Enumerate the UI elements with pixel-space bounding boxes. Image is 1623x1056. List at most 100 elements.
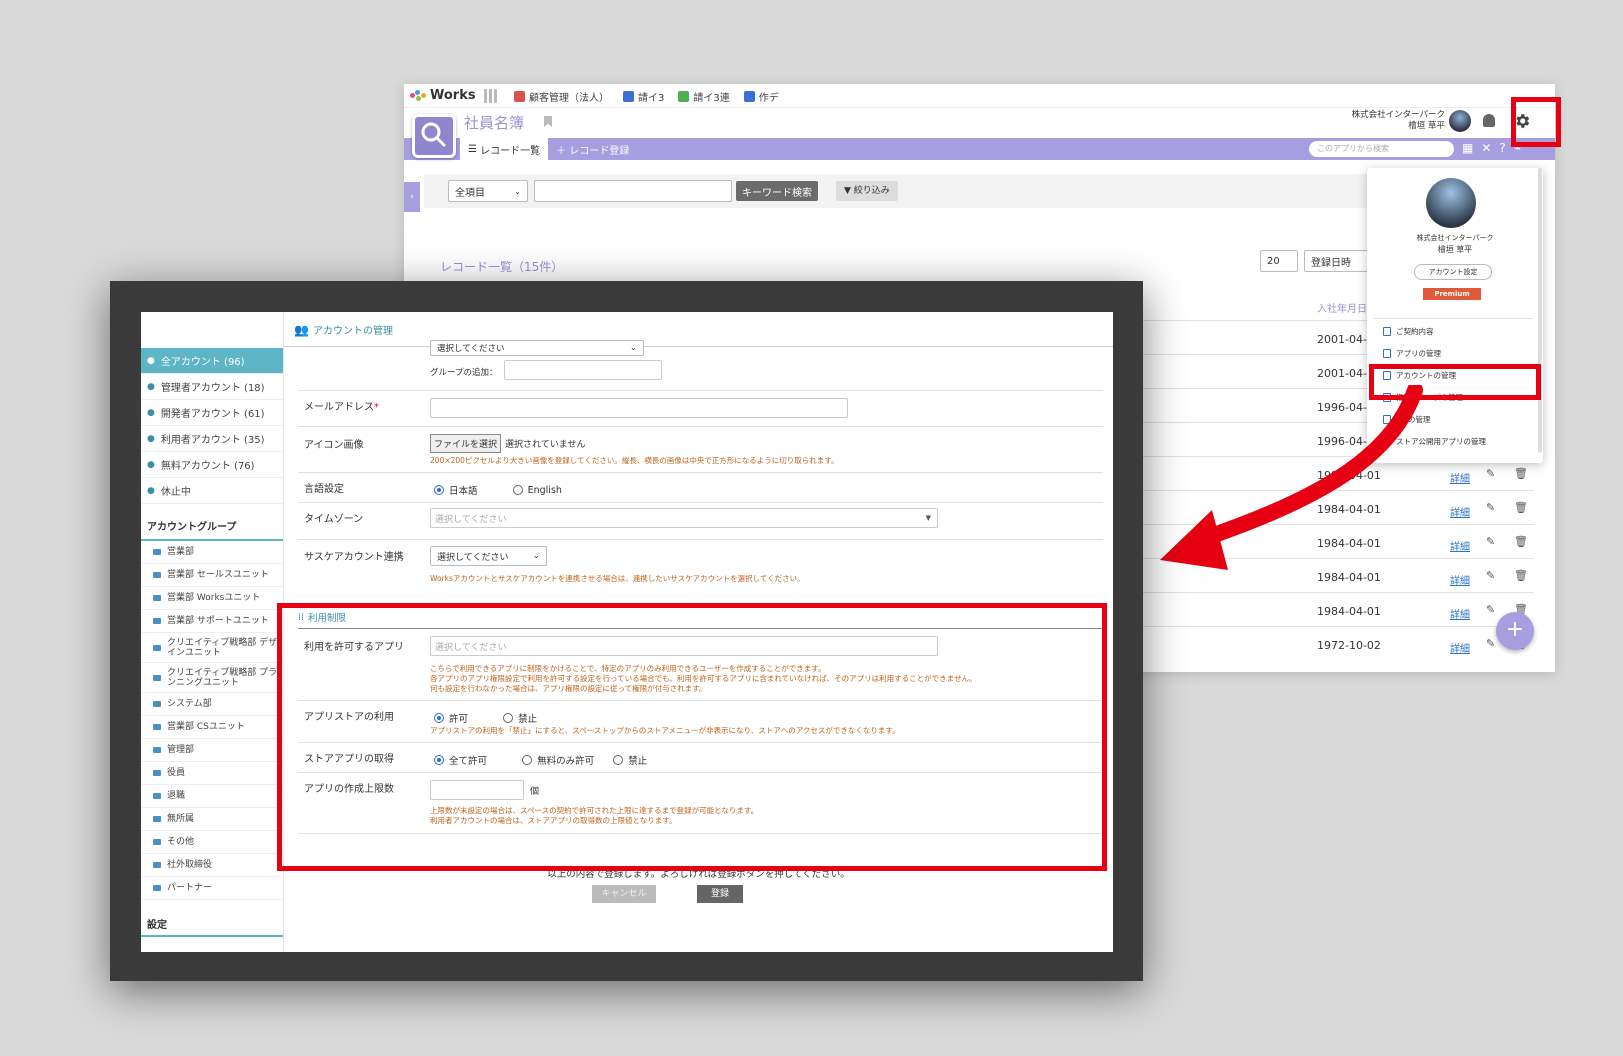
premium-badge: Premium <box>1423 288 1481 300</box>
saske-label: サスケアカウント連携 <box>304 552 404 563</box>
radio-indicator <box>434 485 444 495</box>
records-title: レコード一覧（15件） <box>440 260 564 274</box>
edit-icon[interactable]: ✎ <box>1486 535 1495 548</box>
page-size-select[interactable]: 20 <box>1260 250 1298 272</box>
works-logo[interactable]: Works <box>430 88 476 103</box>
sidebar-group-item[interactable]: 退職 <box>141 785 283 808</box>
app-title: 社員名簿 <box>464 114 525 132</box>
keyword-search-button[interactable]: キーワード検索 <box>736 181 818 201</box>
bookmark-icon[interactable] <box>544 116 552 127</box>
user-icon: ● <box>147 381 155 392</box>
sidebar-group-item[interactable]: 営業部 Worksユニット <box>141 587 283 610</box>
edit-icon[interactable]: ✎ <box>1486 603 1495 616</box>
group-select[interactable]: 選択してください ⌄ <box>430 340 644 356</box>
group-label: システム部 <box>167 699 212 709</box>
app-tab-0[interactable]: 顧客管理（法人） <box>514 89 609 104</box>
saske-row <box>298 539 1103 594</box>
dropdown-scrollbar[interactable] <box>1538 168 1542 453</box>
sidebar-account-item[interactable]: ● 開発者アカウント (61) <box>141 400 283 426</box>
sidebar-group-item[interactable]: 社外取締役 <box>141 854 283 877</box>
app-search-input[interactable]: このアプリから検索 <box>1309 141 1454 157</box>
folder-icon <box>153 644 161 651</box>
sidebar-group-item[interactable]: 営業部 セールスユニット <box>141 564 283 587</box>
sidebar-group-item[interactable]: パートナー <box>141 877 283 900</box>
saske-note: Worksアカウントとサスケアカウントを連携させる場合は、連携したいサスケアカウ… <box>430 574 805 583</box>
saske-select[interactable]: 選択してください ⌄ <box>430 546 547 566</box>
dropdown-avatar <box>1426 178 1476 228</box>
sidebar-toggle[interactable]: › <box>404 182 420 212</box>
sort-select[interactable]: 登録日時 <box>1304 250 1374 272</box>
bell-icon[interactable] <box>1483 114 1495 127</box>
sidebar-account-item[interactable]: ● 管理者アカウント (18) <box>141 374 283 400</box>
sidebar-account-item[interactable]: ● 休止中 <box>141 478 283 504</box>
account-settings-button[interactable]: アカウント設定 <box>1414 264 1492 280</box>
edit-icon[interactable]: ✎ <box>1486 569 1495 582</box>
sidebar-group-item[interactable]: システム部 <box>141 693 283 716</box>
timezone-select[interactable]: 選択してください ▼ <box>430 508 938 528</box>
cancel-button[interactable]: キャンセル <box>592 885 656 903</box>
trash-icon[interactable]: 🗑 <box>1514 501 1528 514</box>
detail-link[interactable]: 詳細 <box>1450 470 1470 485</box>
register-button[interactable]: 登録 <box>697 885 743 903</box>
keyword-input[interactable] <box>534 180 732 202</box>
edit-icon[interactable]: ✎ <box>1486 637 1495 650</box>
user-company: 株式会社インターパーク <box>1351 110 1445 120</box>
trash-icon[interactable]: 🗑 <box>1514 535 1528 548</box>
group-label: 営業部 Worksユニット <box>167 593 261 603</box>
app-tab-1[interactable]: 請イ3 <box>623 89 664 104</box>
radio-english[interactable]: English <box>512 485 562 496</box>
filter-select[interactable]: 全項目 ⌄ <box>448 180 528 202</box>
radio-japanese[interactable]: 日本語 <box>434 483 478 497</box>
group-label: 退職 <box>167 791 186 801</box>
tools-icon[interactable]: ✕ <box>1481 141 1491 155</box>
page-title: アカウントの管理 <box>312 326 393 337</box>
folder-icon <box>153 816 161 822</box>
add-record-fab[interactable]: + <box>1496 612 1534 650</box>
detail-link[interactable]: 詳細 <box>1450 572 1470 587</box>
app-icon <box>1383 348 1391 358</box>
group-label: 社外取締役 <box>167 860 213 870</box>
detail-link[interactable]: 詳細 <box>1450 606 1470 621</box>
detail-link[interactable]: 詳細 <box>1450 640 1470 655</box>
qr-icon[interactable]: ▦ <box>1462 141 1473 155</box>
hire-date-cell: 1984-04-01 <box>1317 605 1381 618</box>
sort-value: 登録日時 <box>1311 257 1351 269</box>
app-grid-icon[interactable] <box>484 89 498 103</box>
user-icon: ● <box>147 433 155 444</box>
sidebar-account-item[interactable]: ● 全アカウント (96) <box>141 348 283 374</box>
dropdown-item[interactable]: アプリの管理 <box>1367 342 1543 364</box>
tab-record-list[interactable]: ☰ レコード一覧 <box>460 138 549 160</box>
group-add-input[interactable] <box>504 360 662 380</box>
sidebar-group-item[interactable]: その他 <box>141 831 283 854</box>
sidebar-group-item[interactable]: 営業部 サポートユニット <box>141 610 283 633</box>
radio-indicator <box>512 485 523 495</box>
column-hire-date: 入社年月日 <box>1317 304 1367 315</box>
tab-record-register[interactable]: ＋ レコード登録 <box>548 138 637 160</box>
avatar[interactable] <box>1449 110 1471 132</box>
narrow-down-button[interactable]: ▼ 絞り込み <box>836 181 898 201</box>
app-tab-3[interactable]: 作デ <box>743 89 779 104</box>
dropdown-item[interactable]: ご契約内容 <box>1367 320 1543 342</box>
trash-icon[interactable]: 🗑 <box>1514 569 1528 582</box>
sidebar-group-item[interactable]: 無所属 <box>141 808 283 831</box>
sidebar-account-item[interactable]: ● 利用者アカウント (35) <box>141 426 283 452</box>
sidebar-group-item[interactable]: 役員 <box>141 762 283 785</box>
app-tab-2[interactable]: 請イ3連 <box>678 89 730 104</box>
email-input[interactable] <box>430 398 848 418</box>
sidebar-account-item[interactable]: ● 無料アカウント (76) <box>141 452 283 478</box>
trash-icon[interactable]: 🗑 <box>1514 467 1528 480</box>
edit-icon[interactable]: ✎ <box>1486 501 1495 514</box>
detail-link[interactable]: 詳細 <box>1450 504 1470 519</box>
file-select-button[interactable]: ファイルを選択 <box>430 434 502 453</box>
sidebar-group-item[interactable]: 営業部 CSユニット <box>141 716 283 739</box>
timezone-label: タイムゾーン <box>304 514 364 525</box>
language-row <box>298 472 1103 502</box>
gear-highlight-box <box>1511 97 1561 147</box>
detail-link[interactable]: 詳細 <box>1450 538 1470 553</box>
sidebar-group-item[interactable]: 管理部 <box>141 739 283 762</box>
sidebar-group-item[interactable]: クリエイティブ戦略部 デザインユニット <box>141 633 283 663</box>
edit-icon[interactable]: ✎ <box>1486 467 1495 480</box>
sidebar-group-item[interactable]: クリエイティブ戦略部 プランニングユニット <box>141 663 283 693</box>
help-icon[interactable]: ? <box>1499 141 1505 155</box>
sidebar-group-item[interactable]: 営業部 <box>141 541 283 564</box>
